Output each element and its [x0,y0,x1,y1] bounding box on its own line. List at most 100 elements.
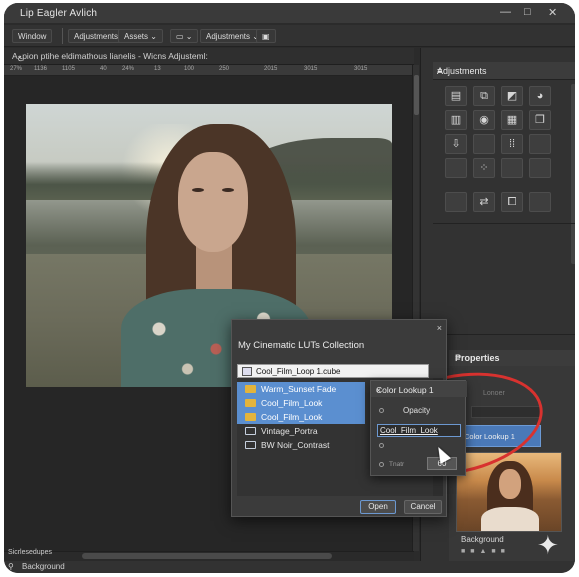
lut-name-value: Cool_Film_Look [380,426,438,435]
layout-icon[interactable]: ▭ ⌄ [170,29,199,43]
layer-icon: ⚲ [8,562,14,571]
thumb-face [499,469,521,499]
chevron-down-icon: ⌄ [150,32,157,41]
list-item-label: Warm_Sunset Fade [261,384,337,394]
menubar: Lip Eagler Avlich — □ ✕ [4,3,575,23]
panel-scrollbar[interactable] [571,84,575,264]
selective-icon[interactable]: ⧠ [501,192,523,212]
folder-icon [245,399,256,407]
blank-icon[interactable] [473,134,495,154]
blank-icon[interactable] [529,134,551,154]
filename-field[interactable]: Cool_Film_Loop 1.cube [237,364,429,378]
radio-icon[interactable] [379,408,384,413]
sparkle-icon: ✦ [537,530,559,560]
minimize-icon[interactable]: — [500,6,511,18]
lut-file-icon [245,427,256,435]
layer-actions-icon[interactable]: ■■▲■■ [461,548,510,555]
list-item-label: Cool_Film_Look [261,398,323,408]
threshold-icon[interactable]: ⇩ [445,134,467,154]
cancel-button[interactable]: Cancel [404,500,442,514]
panel-divider [433,223,575,224]
assets-dropdown[interactable]: Assets ⌄ [118,29,163,43]
list-item[interactable]: Warm_Sunset Fade [237,382,365,396]
grid-icon[interactable]: ⁞⁞ [501,134,523,154]
eye [192,188,204,192]
photo-filter-icon[interactable]: ◉ [473,110,495,130]
scroll-thumb[interactable] [414,75,419,115]
hue-sat-icon[interactable]: ▥ [445,110,467,130]
ruler-label: 27% [10,66,23,72]
panel-menu-icon[interactable]: ≡ [455,353,570,363]
blank-icon[interactable] [445,192,467,212]
blank-icon[interactable] [529,192,551,212]
ruler-label: 100 [184,66,195,72]
close-icon[interactable]: × [376,385,463,395]
list-item[interactable]: Vintage_Portra [237,424,365,438]
adjustments-panel-header[interactable]: Adjustments ≡ [433,62,575,80]
list-item[interactable]: Cool_Film_Look [237,396,365,410]
lut-file-icon [245,441,256,449]
cube-file-icon [242,367,252,376]
channel-mixer-icon[interactable]: ▦ [501,110,523,130]
eye [222,188,234,192]
curves-icon[interactable]: ⧉ [473,86,495,106]
folder-icon [245,413,256,421]
blank-icon[interactable] [445,158,467,178]
scroll-thumb[interactable] [82,553,332,559]
ruler-label: 24% [122,66,135,72]
horizontal-ruler: 27% 1136 1105 40 24% 13 100 250 2015 301… [4,65,414,76]
ruler-label: 3015 [354,66,368,72]
properties-panel-header[interactable]: Properties ≡ [449,350,575,366]
small-label: Tnatr [389,461,405,468]
filename-value: Cool_Film_Loop 1.cube [256,367,341,376]
assets-label: Assets [124,32,149,41]
list-item[interactable]: BW Noir_Contrast [237,438,365,452]
vibrance-icon[interactable]: ◕ [529,86,551,106]
document-tab[interactable]: Aﻊpion ptihe eldimathous lianelis - Wicn… [4,48,414,65]
posterize-icon[interactable]: ⇄ [473,192,495,212]
levels-icon[interactable]: ▤ [445,86,467,106]
status-bar: ⚲ Background [4,561,575,573]
ruler-label: 13 [154,66,161,72]
adjustments-label: Adjustments [206,32,251,41]
list-item[interactable]: Cool_Film_Look [237,410,365,424]
panel-menu-icon[interactable]: ≡ [437,66,570,76]
maximize-icon[interactable]: □ [524,6,531,18]
ruler-label: 250 [219,66,230,72]
color-balance-icon[interactable]: ❐ [529,110,551,130]
radio-icon[interactable] [379,443,384,448]
list-item-label: Cool_Film_Look [261,412,323,422]
panel-divider [433,334,575,335]
ruler-label: 3015 [304,66,318,72]
zoom-label: Sicrlesedupes [8,549,52,556]
document-title: Aﻊpion ptihe eldimathous lianelis - Wicn… [12,51,208,61]
dialog-title: My Cinematic LUTs Collection [238,340,365,351]
woman-face [178,152,248,252]
list-item-label: Vintage_Portra [261,426,318,436]
list-item-label: BW Noir_Contrast [261,440,330,450]
thumb-dress [481,507,539,531]
ruler-label: 2015 [264,66,278,72]
invert-icon[interactable]: ⁘ [473,158,495,178]
exposure-icon[interactable]: ◩ [501,86,523,106]
document-icon[interactable]: ▣ [256,29,276,43]
app-title: Lip Eagler Avlich [20,8,98,19]
blank-icon[interactable] [529,158,551,178]
tab-adjustments[interactable]: Adjustments [68,29,125,43]
blank-icon[interactable] [501,158,523,178]
open-button[interactable]: Open [360,500,396,514]
tab-window[interactable]: Window [12,29,53,43]
lut-name-field[interactable]: Cool_Film_Look [377,424,461,437]
popup-header[interactable]: Color Lookup 1 × [371,381,467,397]
background-layer-label[interactable]: Background [461,535,504,544]
toolbar-divider [62,28,63,44]
status-layer: Background [22,562,65,571]
close-icon[interactable]: × [437,323,442,333]
opacity-label: Opacity [403,406,431,415]
app-window: Lip Eagler Avlich — □ ✕ Window Adjustmen… [4,3,575,573]
close-icon[interactable]: ✕ [548,6,557,19]
ruler-label: 1136 [34,66,47,72]
folder-icon [245,385,256,393]
toolbar: Window Adjustments Assets ⌄ ▭ ⌄ Adjustme… [4,25,575,47]
radio-icon[interactable] [379,462,384,467]
